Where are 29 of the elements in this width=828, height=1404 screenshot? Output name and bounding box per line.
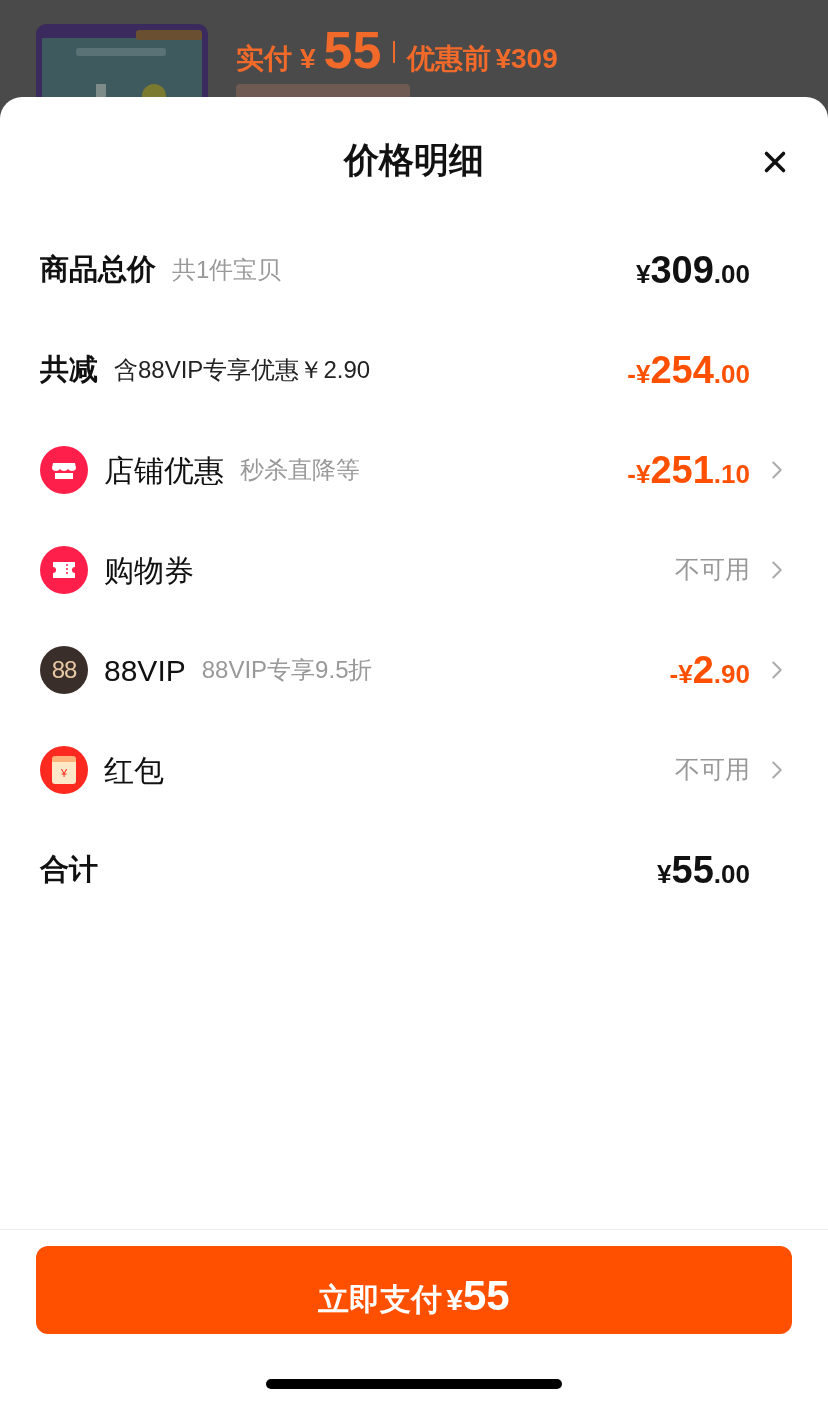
envelope-icon: ¥: [40, 746, 88, 794]
status-text: 不可用: [675, 754, 750, 786]
row-label: 商品总价: [40, 252, 156, 288]
row-label: 红包: [104, 752, 164, 789]
paid-currency: ¥: [300, 42, 316, 76]
row-label: 购物券: [104, 552, 194, 589]
amount: ¥309.00: [635, 247, 750, 293]
status-text: 不可用: [675, 554, 750, 586]
paid-price: 55: [323, 24, 382, 76]
amount: -¥254.00: [627, 347, 750, 393]
amount: -¥2.90: [669, 647, 750, 693]
ticket-icon: [40, 546, 88, 594]
shop-icon: [40, 446, 88, 494]
row-label: 共减: [40, 352, 98, 388]
sheet-title: 价格明细: [344, 138, 484, 181]
row-label: 店铺优惠: [104, 452, 224, 489]
amount: ¥55.00: [657, 847, 750, 893]
row-note: 含88VIP专享优惠￥2.90: [114, 355, 371, 385]
row-label: 88VIP: [104, 652, 186, 689]
amount: -¥251.10: [627, 447, 750, 493]
pay-button[interactable]: 立即支付¥55: [36, 1246, 792, 1334]
vip-icon: 88: [40, 646, 88, 694]
paid-label: 实付: [236, 42, 292, 76]
row-note: 88VIP专享9.5折: [201, 655, 373, 685]
original-price: ¥309: [495, 42, 558, 76]
row-label: 合计: [40, 852, 98, 888]
row-note: 秒杀直降等: [240, 455, 360, 485]
row-note: 共1件宝贝: [172, 255, 282, 285]
original-label: 优惠前: [407, 42, 492, 76]
